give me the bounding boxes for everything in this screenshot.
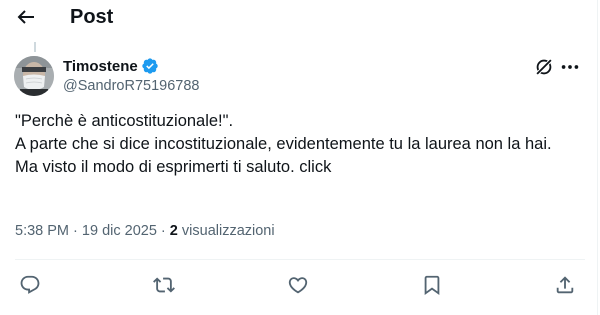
author-display-name[interactable]: Timostene — [63, 57, 138, 76]
meta-separator: · — [73, 223, 78, 239]
views-label: visualizzazioni — [181, 223, 275, 239]
more-icon — [561, 65, 579, 69]
timeline-border — [597, 0, 598, 315]
author-handle[interactable]: @SandroR75196788 — [63, 77, 199, 95]
grok-button[interactable] — [533, 56, 555, 78]
reply-icon — [20, 275, 40, 294]
meta-separator: · — [160, 223, 166, 239]
more-button[interactable] — [559, 56, 581, 78]
tweet-text: "Perchè è anticostituzionale!". A parte … — [15, 110, 585, 179]
reply-button[interactable] — [19, 274, 41, 296]
thread-connector — [34, 42, 36, 52]
page-header: Post — [0, 0, 597, 34]
tweet-time[interactable]: 5:38 PM — [15, 223, 69, 239]
divider — [15, 259, 585, 260]
views-count: 2 — [169, 223, 178, 239]
share-button[interactable] — [554, 274, 576, 296]
grok-icon — [536, 59, 552, 75]
tweet-line: "Perchè è anticostituzionale!". — [15, 112, 234, 130]
tweet-line: Ma visto il modo di esprimerti ti saluto… — [15, 158, 332, 176]
tweet-line: A parte che si dice incostituzionale, ev… — [15, 135, 552, 153]
share-icon — [556, 276, 574, 294]
like-button[interactable] — [287, 274, 309, 296]
like-icon — [288, 277, 308, 294]
avatar-image — [14, 56, 54, 96]
tweet-meta: 5:38 PM · 19 dic 2025 · 2 visualizzazion… — [15, 222, 275, 240]
back-button[interactable] — [14, 5, 38, 29]
arrow-left-icon — [17, 10, 34, 24]
tweet-date[interactable]: 19 dic 2025 — [82, 223, 157, 239]
author-name-row: Timostene — [63, 56, 159, 76]
bookmark-icon — [424, 275, 440, 296]
avatar[interactable] — [14, 56, 54, 96]
verified-badge-icon — [142, 58, 158, 74]
retweet-button[interactable] — [153, 274, 175, 296]
page-title: Post — [70, 6, 114, 28]
bookmark-button[interactable] — [421, 274, 443, 296]
retweet-icon — [153, 277, 175, 293]
